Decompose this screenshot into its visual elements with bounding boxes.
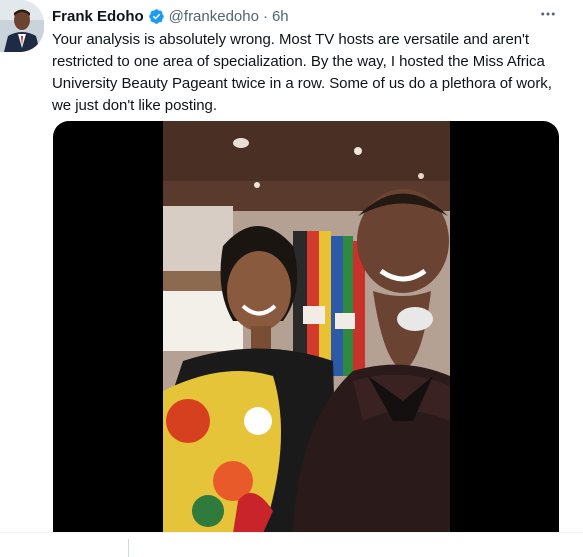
more-options-icon[interactable] [537, 4, 559, 24]
avatar-photo [0, 0, 44, 52]
avatar[interactable] [0, 0, 44, 52]
media-video[interactable] [53, 121, 559, 533]
author-handle[interactable]: @frankedoho [169, 8, 259, 25]
tweet-actions-bar [0, 532, 583, 557]
video-still [163, 121, 450, 533]
tweet-text: Your analysis is absolutely wrong. Most … [52, 29, 580, 117]
tweet-text-line: we just don't like posting. [52, 97, 217, 114]
tweet-text-line: University Beauty Pageant twice in a row… [52, 75, 552, 92]
tweet: Frank Edoho @frankedoho · 6h Your analys… [0, 0, 583, 533]
video-frame [163, 121, 450, 533]
author-name[interactable]: Frank Edoho [52, 8, 144, 25]
separator-dot: · [262, 7, 268, 25]
tweet-text-line: restricted to one area of specialization… [52, 53, 545, 70]
verified-badge-icon [148, 8, 165, 25]
divider [128, 539, 129, 557]
timestamp[interactable]: 6h [272, 8, 289, 25]
tweet-text-line: Your analysis is absolutely wrong. Most … [52, 31, 529, 48]
tweet-header: Frank Edoho @frankedoho · 6h [52, 6, 289, 26]
